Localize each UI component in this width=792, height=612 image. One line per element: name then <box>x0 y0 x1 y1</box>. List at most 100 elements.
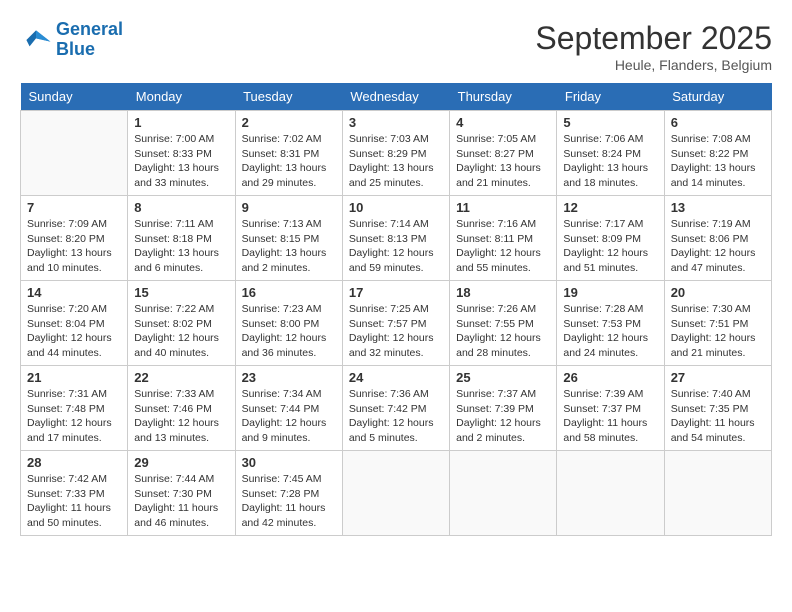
month-title: September 2025 <box>535 20 772 57</box>
calendar-cell <box>557 451 664 536</box>
page-header: General Blue September 2025 Heule, Fland… <box>20 20 772 73</box>
calendar-week-row: 14Sunrise: 7:20 AMSunset: 8:04 PMDayligh… <box>21 281 772 366</box>
day-info: Sunrise: 7:08 AMSunset: 8:22 PMDaylight:… <box>671 132 765 191</box>
calendar-cell: 2Sunrise: 7:02 AMSunset: 8:31 PMDaylight… <box>235 111 342 196</box>
calendar-cell: 28 Sunrise: 7:42 AMSunset: 7:33 PMDayligh… <box>21 451 128 536</box>
day-info: Sunrise: 7:13 AMSunset: 8:15 PMDaylight:… <box>242 217 336 276</box>
calendar-cell: 17 Sunrise: 7:25 AMSunset: 7:57 PMDayligh… <box>342 281 449 366</box>
calendar-cell <box>21 111 128 196</box>
calendar-cell: 24 Sunrise: 7:36 AMSunset: 7:42 PMDayligh… <box>342 366 449 451</box>
day-info: Sunrise: 7:37 AMSunset: 7:39 PMDaylight:… <box>456 387 550 446</box>
calendar-cell: 8 Sunrise: 7:11 AMSunset: 8:18 PMDaylight… <box>128 196 235 281</box>
day-number: 2 <box>242 115 336 130</box>
day-number: 5 <box>563 115 657 130</box>
day-number: 6 <box>671 115 765 130</box>
day-number: 4 <box>456 115 550 130</box>
calendar-cell: 6 Sunrise: 7:08 AMSunset: 8:22 PMDaylight… <box>664 111 771 196</box>
day-number: 11 <box>456 200 550 215</box>
calendar-table: SundayMondayTuesdayWednesdayThursdayFrid… <box>20 83 772 536</box>
weekday-header: Thursday <box>450 83 557 111</box>
day-number: 19 <box>563 285 657 300</box>
day-number: 25 <box>456 370 550 385</box>
calendar-cell: 10Sunrise: 7:14 AMSunset: 8:13 PMDayligh… <box>342 196 449 281</box>
day-info: Sunrise: 7:28 AMSunset: 7:53 PMDaylight:… <box>563 302 657 361</box>
day-number: 12 <box>563 200 657 215</box>
calendar-cell: 11 Sunrise: 7:16 AMSunset: 8:11 PMDayligh… <box>450 196 557 281</box>
day-info: Sunrise: 7:20 AMSunset: 8:04 PMDaylight:… <box>27 302 121 361</box>
day-number: 23 <box>242 370 336 385</box>
calendar-cell: 7 Sunrise: 7:09 AMSunset: 8:20 PMDaylight… <box>21 196 128 281</box>
day-number: 9 <box>242 200 336 215</box>
day-info: Sunrise: 7:31 AMSunset: 7:48 PMDaylight:… <box>27 387 121 446</box>
day-info: Sunrise: 7:14 AMSunset: 8:13 PMDaylight:… <box>349 217 443 276</box>
day-info: Sunrise: 7:05 AMSunset: 8:27 PMDaylight:… <box>456 132 550 191</box>
calendar-cell: 21 Sunrise: 7:31 AMSunset: 7:48 PMDayligh… <box>21 366 128 451</box>
weekday-header: Monday <box>128 83 235 111</box>
day-number: 24 <box>349 370 443 385</box>
day-number: 17 <box>349 285 443 300</box>
day-info: Sunrise: 7:42 AMSunset: 7:33 PMDaylight:… <box>27 472 121 531</box>
day-number: 27 <box>671 370 765 385</box>
weekday-header: Friday <box>557 83 664 111</box>
day-number: 3 <box>349 115 443 130</box>
weekday-header: Wednesday <box>342 83 449 111</box>
day-number: 21 <box>27 370 121 385</box>
day-info: Sunrise: 7:25 AMSunset: 7:57 PMDaylight:… <box>349 302 443 361</box>
logo-line1: General <box>56 19 123 39</box>
day-number: 8 <box>134 200 228 215</box>
calendar-cell: 3 Sunrise: 7:03 AMSunset: 8:29 PMDaylight… <box>342 111 449 196</box>
logo-line2: Blue <box>56 39 95 59</box>
day-info: Sunrise: 7:03 AMSunset: 8:29 PMDaylight:… <box>349 132 443 191</box>
day-info: Sunrise: 7:22 AMSunset: 8:02 PMDaylight:… <box>134 302 228 361</box>
day-number: 28 <box>27 455 121 470</box>
day-info: Sunrise: 7:34 AMSunset: 7:44 PMDaylight:… <box>242 387 336 446</box>
logo: General Blue <box>20 20 123 60</box>
day-info: Sunrise: 7:16 AMSunset: 8:11 PMDaylight:… <box>456 217 550 276</box>
calendar-week-row: 7 Sunrise: 7:09 AMSunset: 8:20 PMDaylight… <box>21 196 772 281</box>
calendar-week-row: 28 Sunrise: 7:42 AMSunset: 7:33 PMDayligh… <box>21 451 772 536</box>
day-number: 13 <box>671 200 765 215</box>
day-info: Sunrise: 7:33 AMSunset: 7:46 PMDaylight:… <box>134 387 228 446</box>
weekday-header: Saturday <box>664 83 771 111</box>
day-info: Sunrise: 7:17 AMSunset: 8:09 PMDaylight:… <box>563 217 657 276</box>
day-info: Sunrise: 7:06 AMSunset: 8:24 PMDaylight:… <box>563 132 657 191</box>
calendar-cell <box>342 451 449 536</box>
calendar-cell <box>450 451 557 536</box>
day-info: Sunrise: 7:11 AMSunset: 8:18 PMDaylight:… <box>134 217 228 276</box>
calendar-cell: 5 Sunrise: 7:06 AMSunset: 8:24 PMDaylight… <box>557 111 664 196</box>
calendar-cell: 22 Sunrise: 7:33 AMSunset: 7:46 PMDayligh… <box>128 366 235 451</box>
calendar-cell: 20 Sunrise: 7:30 AMSunset: 7:51 PMDayligh… <box>664 281 771 366</box>
calendar-cell: 27 Sunrise: 7:40 AMSunset: 7:35 PMDayligh… <box>664 366 771 451</box>
calendar-cell: 9 Sunrise: 7:13 AMSunset: 8:15 PMDaylight… <box>235 196 342 281</box>
calendar-cell: 15 Sunrise: 7:22 AMSunset: 8:02 PMDayligh… <box>128 281 235 366</box>
calendar-cell: 13 Sunrise: 7:19 AMSunset: 8:06 PMDayligh… <box>664 196 771 281</box>
location-subtitle: Heule, Flanders, Belgium <box>535 57 772 73</box>
calendar-week-row: 1 Sunrise: 7:00 AMSunset: 8:33 PMDaylight… <box>21 111 772 196</box>
day-info: Sunrise: 7:36 AMSunset: 7:42 PMDaylight:… <box>349 387 443 446</box>
calendar-cell: 26Sunrise: 7:39 AMSunset: 7:37 PMDayligh… <box>557 366 664 451</box>
day-info: Sunrise: 7:39 AMSunset: 7:37 PMDaylight:… <box>563 387 657 446</box>
day-info: Sunrise: 7:00 AMSunset: 8:33 PMDaylight:… <box>134 132 228 191</box>
day-info: Sunrise: 7:09 AMSunset: 8:20 PMDaylight:… <box>27 217 121 276</box>
calendar-cell <box>664 451 771 536</box>
day-number: 22 <box>134 370 228 385</box>
calendar-cell: 30 Sunrise: 7:45 AMSunset: 7:28 PMDayligh… <box>235 451 342 536</box>
day-info: Sunrise: 7:45 AMSunset: 7:28 PMDaylight:… <box>242 472 336 531</box>
day-info: Sunrise: 7:26 AMSunset: 7:55 PMDaylight:… <box>456 302 550 361</box>
day-number: 1 <box>134 115 228 130</box>
day-number: 16 <box>242 285 336 300</box>
day-number: 15 <box>134 285 228 300</box>
day-number: 7 <box>27 200 121 215</box>
day-number: 30 <box>242 455 336 470</box>
weekday-header: Sunday <box>21 83 128 111</box>
calendar-cell: 12 Sunrise: 7:17 AMSunset: 8:09 PMDayligh… <box>557 196 664 281</box>
day-info: Sunrise: 7:30 AMSunset: 7:51 PMDaylight:… <box>671 302 765 361</box>
calendar-cell: 4 Sunrise: 7:05 AMSunset: 8:27 PMDaylight… <box>450 111 557 196</box>
weekday-header: Tuesday <box>235 83 342 111</box>
logo-text: General Blue <box>56 20 123 60</box>
day-info: Sunrise: 7:40 AMSunset: 7:35 PMDaylight:… <box>671 387 765 446</box>
day-info: Sunrise: 7:19 AMSunset: 8:06 PMDaylight:… <box>671 217 765 276</box>
day-number: 29 <box>134 455 228 470</box>
weekday-header-row: SundayMondayTuesdayWednesdayThursdayFrid… <box>21 83 772 111</box>
day-number: 20 <box>671 285 765 300</box>
